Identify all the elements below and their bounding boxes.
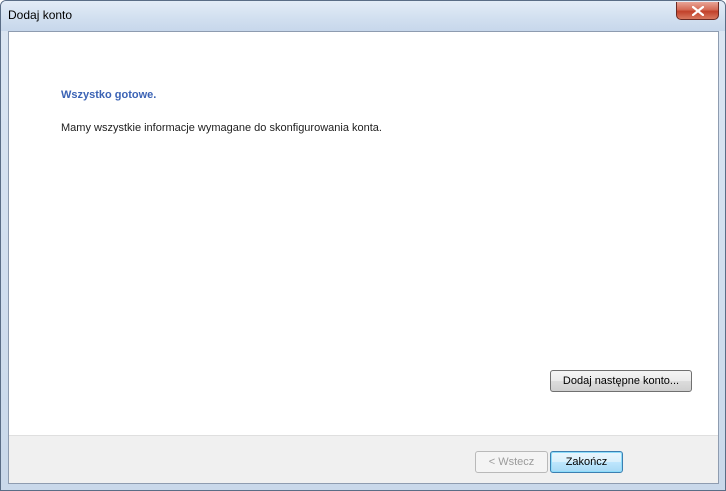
dialog-window: Dodaj konto Wszystko gotowe. Mamy wszyst… [0,0,726,491]
button-bar: < Wstecz Zakończ [9,435,718,483]
dialog-content: Wszystko gotowe. Mamy wszystkie informac… [8,31,719,484]
finish-button[interactable]: Zakończ [550,451,623,473]
close-button[interactable] [676,2,719,20]
window-title: Dodaj konto [8,8,73,22]
add-another-account-button[interactable]: Dodaj następne konto... [550,370,692,392]
title-bar[interactable]: Dodaj konto [1,1,725,31]
back-button[interactable]: < Wstecz [475,451,548,473]
close-icon [691,5,704,16]
status-message: Mamy wszystkie informacje wymagane do sk… [61,122,382,134]
status-heading: Wszystko gotowe. [61,89,157,101]
